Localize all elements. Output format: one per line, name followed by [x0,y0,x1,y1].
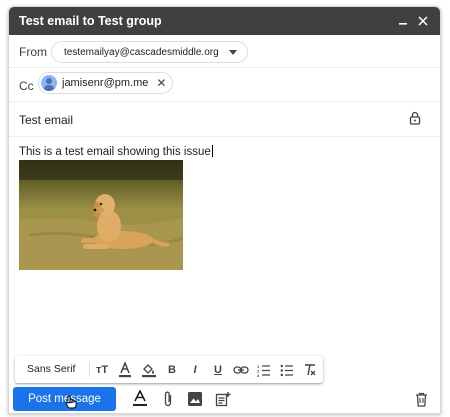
from-selector[interactable]: testemailyay@cascadesmiddle.org [51,41,248,63]
subject-row[interactable]: Test email [9,102,440,137]
from-address: testemailyay@cascadesmiddle.org [64,46,219,58]
clear-format-icon[interactable] [301,361,319,379]
attach-file-icon[interactable] [158,389,178,409]
insert-photo-icon[interactable] [185,389,205,409]
dog-photo[interactable] [19,160,183,270]
subject-input[interactable]: Test email [19,113,73,127]
minimize-icon[interactable] [393,11,413,31]
chevron-down-icon [228,49,237,55]
svg-text:3: 3 [257,373,260,377]
italic-icon[interactable]: I [186,361,204,379]
toolbar-divider [89,362,90,377]
trash-icon[interactable] [411,389,431,409]
text-color-icon[interactable] [116,361,134,379]
text-size-icon[interactable]: тT [93,361,111,379]
font-family-dropdown[interactable]: Sans Serif [27,363,75,375]
remove-recipient-icon[interactable]: ✕ [156,76,166,90]
highlight-icon[interactable] [140,361,158,379]
formatting-toolbar: Sans Serif тT B I U 123 [15,356,323,383]
underline-icon[interactable]: U [209,361,227,379]
formatting-options-icon[interactable] [130,389,150,409]
compose-title-bar[interactable]: Test email to Test group [9,7,440,35]
numbered-list-icon[interactable]: 123 [255,361,273,379]
lock-icon[interactable] [409,111,421,130]
compose-title: Test email to Test group [19,14,162,28]
close-icon[interactable] [413,11,433,31]
bold-icon[interactable]: B [163,361,181,379]
insert-template-icon[interactable] [213,389,233,409]
bulleted-list-icon[interactable] [278,361,296,379]
from-label: From [19,45,47,59]
mouse-cursor-icon [65,395,77,413]
cc-row: Cc jamisenr@pm.me ✕ [9,68,440,102]
compose-window: Test email to Test group From testemaily… [8,6,441,414]
message-body-text: This is a test email showing this issue [19,145,213,158]
cc-label: Cc [19,79,34,93]
link-icon[interactable] [232,361,250,379]
cc-recipient-chip[interactable]: jamisenr@pm.me ✕ [38,72,174,94]
avatar-icon [41,75,57,91]
from-row: From testemailyay@cascadesmiddle.org [9,35,440,68]
cc-recipient-email: jamisenr@pm.me [62,77,149,89]
